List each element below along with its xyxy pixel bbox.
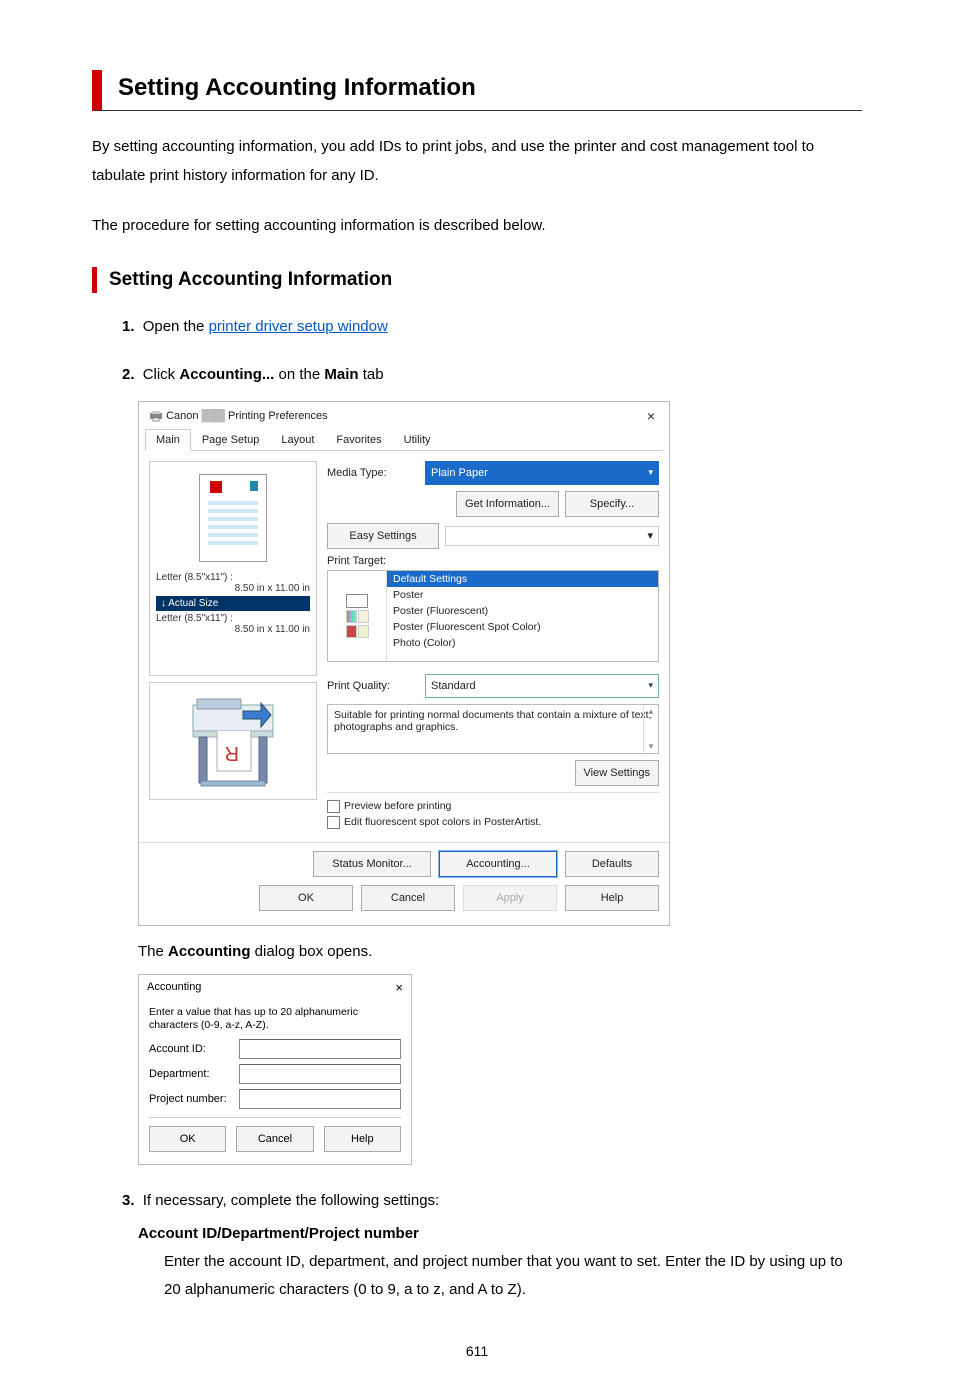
description-text: Suitable for printing normal documents t… (334, 709, 652, 733)
chevron-down-icon: ▾ (649, 741, 654, 752)
page-number: 611 (92, 1343, 862, 1359)
printer-illustration-icon: R (183, 693, 283, 789)
target-photo-color[interactable]: Photo (Color) (387, 635, 658, 651)
tabs: Main Page Setup Layout Favorites Utility (145, 428, 663, 451)
printing-preferences-dialog: Canon ███ Printing Preferences × Main Pa… (138, 401, 670, 926)
svg-text:R: R (225, 742, 239, 764)
chevron-down-icon: ▾ (648, 680, 653, 691)
step-1-pre: Open the (143, 318, 209, 335)
actual-size-bar: ↓ Actual Size (156, 596, 310, 611)
project-number-label: Project number: (149, 1093, 239, 1105)
target-poster-fluorescent[interactable]: Poster (Fluorescent) (387, 603, 658, 619)
chevron-down-icon: ▾ (647, 529, 653, 542)
media-type-value: Plain Paper (431, 467, 488, 479)
easy-settings-select[interactable]: ▾ (445, 526, 659, 546)
step-2-b2: Main (324, 366, 358, 383)
department-label: Department: (149, 1068, 239, 1080)
cancel-button[interactable]: Cancel (361, 885, 455, 911)
page-preview: Letter (8.5"x11") : 8.50 in x 11.00 in ↓… (149, 461, 317, 676)
field-desc-heading: Account ID/Department/Project number (138, 1225, 862, 1242)
preview-size-1: 8.50 in x 11.00 in (156, 583, 310, 594)
step-2b-post: dialog box opens. (251, 943, 373, 960)
step-2-b1: Accounting... (179, 366, 274, 383)
title-bar: Setting Accounting Information (92, 70, 862, 111)
help-button[interactable]: Help (565, 885, 659, 911)
step-3-text: If necessary, complete the following set… (143, 1192, 440, 1209)
step-3: 3. If necessary, complete the following … (122, 1189, 862, 1304)
dlg2-help-button[interactable]: Help (324, 1126, 401, 1152)
intro-paragraph-1: By setting accounting information, you a… (92, 133, 862, 190)
description-box: Suitable for printing normal documents t… (327, 704, 659, 754)
step-2-num: 2. (122, 366, 135, 383)
print-quality-select[interactable]: Standard ▾ (425, 674, 659, 698)
project-number-input[interactable] (239, 1089, 401, 1109)
step-3-num: 3. (122, 1192, 135, 1209)
step-2-mid: on the (274, 366, 324, 383)
step-2b-pre: The (138, 943, 168, 960)
print-target-label: Print Target: (327, 555, 659, 567)
scrollbar[interactable]: ▴▾ (643, 705, 658, 753)
media-type-select[interactable]: Plain Paper ▾ (425, 461, 659, 485)
step-2-post: tab (359, 366, 384, 383)
dlg-brand: Canon (166, 410, 198, 422)
print-target-list[interactable]: Default Settings Poster Poster (Fluoresc… (327, 570, 659, 662)
dlg2-cancel-button[interactable]: Cancel (236, 1126, 313, 1152)
print-quality-value: Standard (431, 680, 476, 692)
printer-icon (149, 410, 163, 422)
dlg2-ok-button[interactable]: OK (149, 1126, 226, 1152)
account-id-input[interactable] (239, 1039, 401, 1059)
tab-main[interactable]: Main (145, 429, 191, 451)
dlg2-hint: Enter a value that has up to 20 alphanum… (149, 1006, 401, 1033)
media-type-label: Media Type: (327, 467, 419, 479)
get-information-button[interactable]: Get Information... (456, 491, 559, 517)
step-2-pre: Click (143, 366, 180, 383)
status-monitor-button[interactable]: Status Monitor... (313, 851, 431, 877)
intro-paragraph-2: The procedure for setting accounting inf… (92, 212, 862, 241)
chevron-up-icon: ▴ (649, 706, 654, 717)
page-title: Setting Accounting Information (118, 74, 862, 102)
printer-driver-link[interactable]: printer driver setup window (209, 318, 388, 335)
posterartist-checkbox-label: Edit fluorescent spot colors in PosterAr… (344, 816, 541, 828)
tab-layout[interactable]: Layout (270, 429, 325, 451)
field-desc-text: Enter the account ID, department, and pr… (164, 1248, 862, 1304)
easy-settings-button[interactable]: Easy Settings (327, 523, 439, 549)
tab-page-setup[interactable]: Page Setup (191, 429, 271, 451)
tab-utility[interactable]: Utility (393, 429, 442, 451)
printer-preview: R (149, 682, 317, 800)
sub-heading: Setting Accounting Information (92, 267, 862, 293)
posterartist-checkbox[interactable] (327, 816, 340, 829)
dlg-model: ███ (202, 410, 225, 422)
target-poster-fluorescent-spot[interactable]: Poster (Fluorescent Spot Color) (387, 619, 658, 635)
target-default-settings[interactable]: Default Settings (387, 571, 658, 587)
ok-button[interactable]: OK (259, 885, 353, 911)
apply-button: Apply (463, 885, 557, 911)
accounting-button[interactable]: Accounting... (439, 851, 557, 877)
step-1: 1. Open the printer driver setup window (122, 315, 862, 339)
target-thumbnail (328, 571, 387, 661)
step-2: 2. Click Accounting... on the Main tab C… (122, 363, 862, 1165)
print-quality-label: Print Quality: (327, 680, 419, 692)
preview-letter-1: Letter (8.5"x11") : (156, 572, 310, 583)
preview-size-2: 8.50 in x 11.00 in (156, 624, 310, 635)
department-input[interactable] (239, 1064, 401, 1084)
preview-checkbox[interactable] (327, 800, 340, 813)
step-2b-b: Accounting (168, 943, 251, 960)
close-icon[interactable]: × (395, 980, 403, 995)
accounting-dialog: Accounting × Enter a value that has up t… (138, 974, 412, 1165)
chevron-down-icon: ▾ (648, 467, 653, 478)
preview-checkbox-label: Preview before printing (344, 800, 451, 812)
defaults-button[interactable]: Defaults (565, 851, 659, 877)
account-id-label: Account ID: (149, 1043, 239, 1055)
actual-size-label: Actual Size (168, 598, 218, 609)
sub-heading-text: Setting Accounting Information (109, 269, 862, 291)
specify-button[interactable]: Specify... (565, 491, 659, 517)
step-1-num: 1. (122, 318, 135, 335)
dlg2-title-text: Accounting (147, 981, 201, 993)
preview-letter-2: Letter (8.5"x11") : (156, 613, 310, 624)
view-settings-button[interactable]: View Settings (575, 760, 659, 786)
close-icon[interactable]: × (643, 408, 659, 424)
dlg-title-tail: Printing Preferences (228, 410, 328, 422)
tab-favorites[interactable]: Favorites (325, 429, 392, 451)
target-poster[interactable]: Poster (387, 587, 658, 603)
